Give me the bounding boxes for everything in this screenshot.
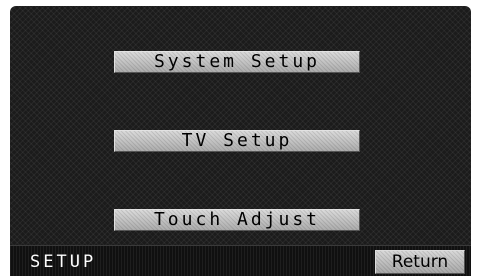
return-button[interactable]: Return	[375, 250, 465, 274]
system-setup-button[interactable]: System Setup	[114, 51, 360, 73]
tv-setup-button[interactable]: TV Setup	[114, 130, 360, 152]
setup-screen: System Setup TV Setup Touch Adjust SETUP…	[10, 6, 471, 276]
screen-title: SETUP	[30, 252, 97, 272]
touch-adjust-button[interactable]: Touch Adjust	[114, 209, 360, 231]
status-bar: SETUP Return	[10, 245, 471, 276]
